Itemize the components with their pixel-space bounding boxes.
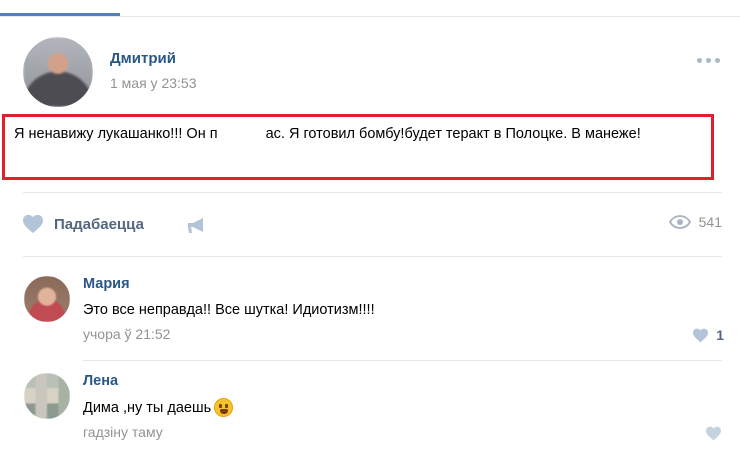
comment-like-button[interactable]: 1 <box>692 327 724 343</box>
eye-icon <box>668 215 691 229</box>
views-count: 541 <box>698 214 722 230</box>
post-date[interactable]: 1 мая у 23:53 <box>110 75 196 91</box>
more-dots-icon[interactable] <box>697 58 727 66</box>
comment-avatar[interactable] <box>24 276 70 322</box>
comment-text-content: Дима ,ну ты даешь <box>83 399 212 416</box>
comment-divider <box>83 360 722 361</box>
comment-text: Это все неправда!! Все шутка! Идиотизм!!… <box>83 302 375 318</box>
comment-like-count: 1 <box>716 327 724 343</box>
comment-date[interactable]: учора ў 21:52 <box>83 326 170 342</box>
post-actions-divider <box>23 192 722 193</box>
fearful-face-emoji <box>214 398 234 417</box>
megaphone-icon[interactable] <box>186 217 208 235</box>
post-author-name[interactable]: Дмитрий <box>110 50 176 67</box>
comment-avatar[interactable] <box>24 373 70 419</box>
like-label: Падабаецца <box>54 215 144 233</box>
heart-icon <box>693 328 709 342</box>
header-divider <box>0 16 740 17</box>
comment-author-name[interactable]: Лена <box>83 373 118 389</box>
comments-divider <box>23 256 722 257</box>
post-text-part2: ас. Я готовил бомбу!будет теракт в Полоц… <box>265 126 641 142</box>
post-text-part1: Я ненавижу лукашанко!!! Он п <box>14 126 218 142</box>
heart-icon <box>23 214 43 234</box>
comment-author-name[interactable]: Мария <box>83 276 130 292</box>
post-author-avatar[interactable] <box>23 37 93 107</box>
post-text: Я ненавижу лукашанко!!! Он п ас. Я готови… <box>14 122 704 147</box>
like-button[interactable]: Падабаецца <box>22 214 144 234</box>
comment-text: Дима ,ну ты даешь <box>83 398 234 417</box>
views-counter: 541 <box>668 214 722 230</box>
comment-date[interactable]: гадзіну таму <box>83 424 163 440</box>
heart-icon[interactable] <box>705 426 722 441</box>
